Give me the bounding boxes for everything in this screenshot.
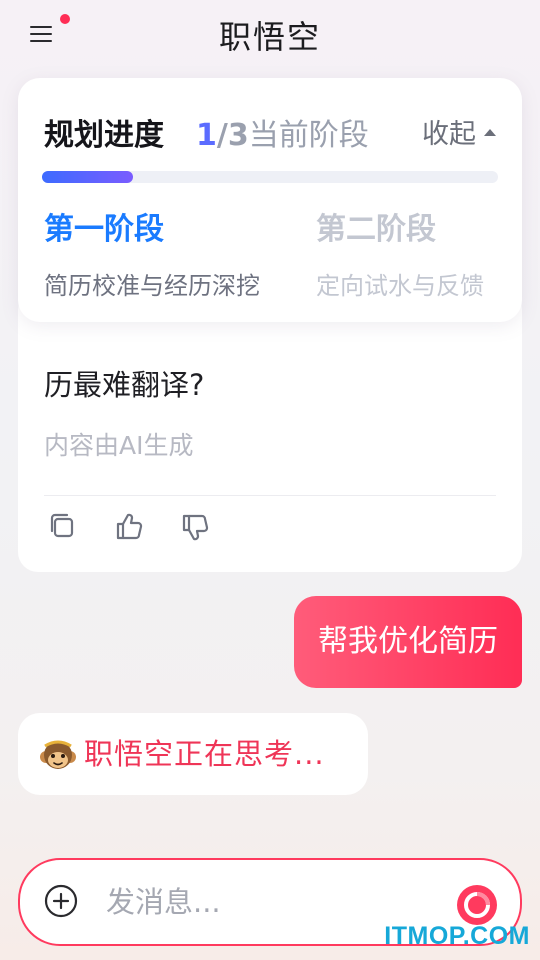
progress-fill [42,171,134,189]
thinking-text: 职悟空正在思考... [84,737,325,771]
progress-dots [101,174,125,189]
plan-progress-label: 1/3当前阶段 [196,110,369,154]
stage-name: 第一阶段 [44,212,164,247]
top-bar: 职悟空 [0,0,540,70]
progress-track [42,171,498,189]
progress-current: 1 [196,118,217,153]
add-attachment-icon[interactable] [44,884,78,918]
stage-desc: 定向试水与反馈 [316,272,484,300]
collapse-label: 收起 [422,119,476,150]
plan-title: 规划进度 [44,118,164,153]
progress-suffix: 当前阶段 [248,118,369,153]
divider [44,495,496,496]
monkey-mascot-icon [40,740,76,769]
stage-2[interactable]: 第二阶段 定向试水与反馈 [316,204,484,301]
copy-icon[interactable] [46,510,80,544]
user-message-bubble: 帮我优化简历 [294,596,522,688]
thumbs-down-icon[interactable] [178,510,212,544]
plan-progress-card: 规划进度 1/3当前阶段 收起 第一阶段 简历校准与经历深挖 第二阶段 定向试水… [18,78,522,322]
voice-record-icon[interactable] [456,884,498,926]
stage-1[interactable]: 第一阶段 简历校准与经历深挖 [44,204,260,301]
ai-message-line: 历最难翻译? [44,368,205,402]
chevron-up-icon [484,129,496,136]
progress-separator: / [216,118,228,153]
stage-name: 第二阶段 [316,212,436,247]
thumbs-up-icon[interactable] [112,510,146,544]
message-input[interactable] [104,878,428,926]
ai-disclaimer: 内容由AI生成 [44,431,194,460]
stage-desc: 简历校准与经历深挖 [44,272,260,300]
ai-message-text: 历最难翻译? [44,316,504,408]
page-title: 职悟空 [218,18,321,56]
ai-message-clipped-line [44,316,504,362]
ai-message-card: 历最难翻译? 内容由AI生成 [18,290,522,572]
watermark: ITMOP.COM [384,922,530,950]
thinking-indicator: 职悟空正在思考... [18,713,368,795]
collapse-button[interactable]: 收起 [422,112,496,151]
progress-total: 3 [227,118,249,153]
